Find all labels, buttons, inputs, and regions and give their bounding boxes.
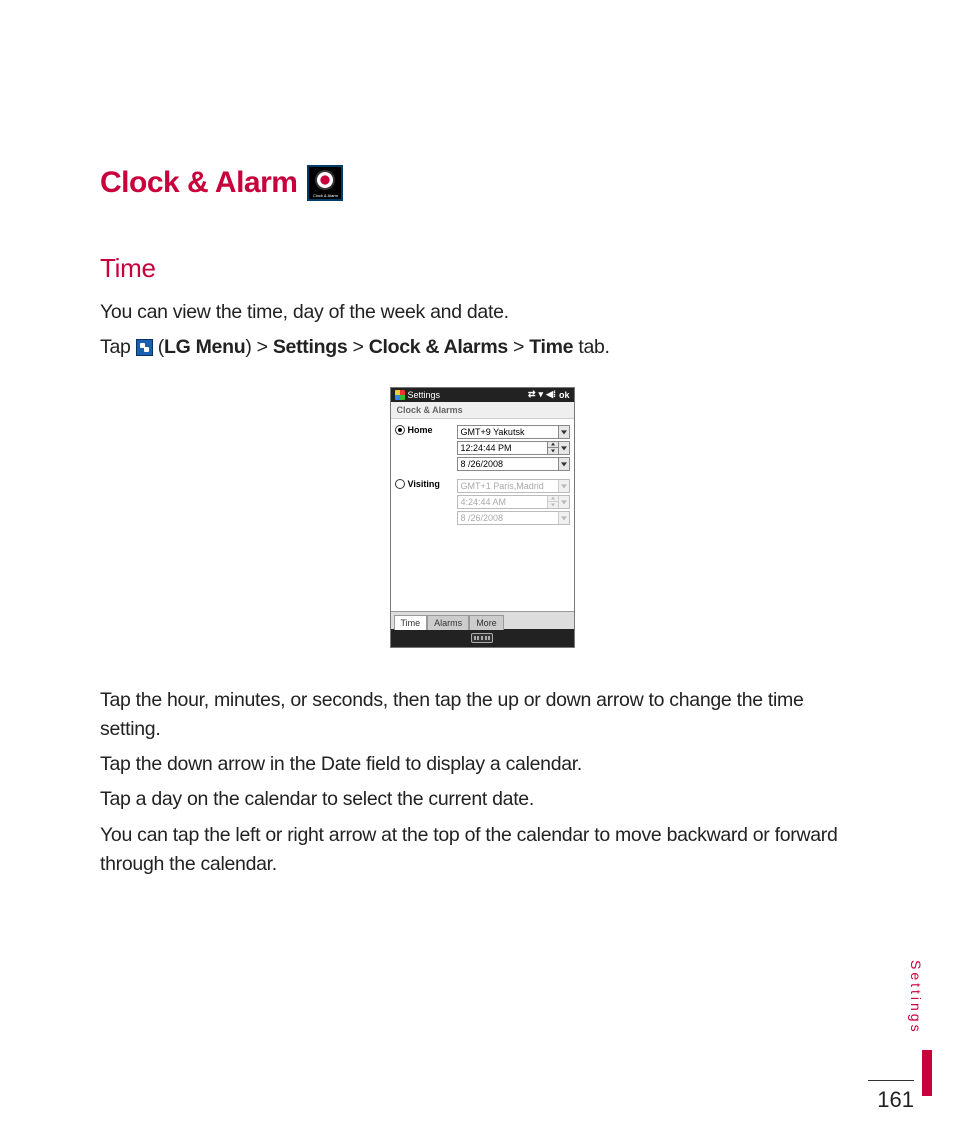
home-row: Home GMT+9 Yakutsk 12:24:44 PM (395, 425, 570, 473)
home-date-field[interactable]: 8 /26/2008 (457, 457, 570, 471)
side-accent-bar (922, 1050, 932, 1096)
down-arrow-icon[interactable] (548, 502, 558, 508)
speaker-icon[interactable]: ◀⁞ (546, 389, 556, 400)
signal-icon[interactable]: ▾ (539, 389, 544, 400)
dropdown-icon[interactable] (558, 426, 569, 438)
tab-more[interactable]: More (469, 615, 504, 630)
home-radio-col: Home (395, 425, 457, 435)
visiting-timezone-field[interactable]: GMT+1 Paris,Madrid (457, 479, 570, 493)
home-radio[interactable] (395, 425, 405, 435)
time-spinner[interactable] (547, 496, 558, 508)
page-heading: Clock & Alarm (100, 166, 297, 200)
visiting-date-field[interactable]: 8 /26/2008 (457, 511, 570, 525)
device-screenshot: Settings ⇄ ▾ ◀⁞ ok Clock & Alarms Home (390, 387, 575, 648)
down-arrow-icon[interactable] (548, 448, 558, 454)
instruction-3: Tap a day on the calendar to select the … (100, 785, 864, 814)
page-number: 161 (868, 1080, 914, 1113)
device-footer (391, 629, 574, 647)
tap-path-text: Tap (LG Menu) > Settings > Clock & Alarm… (100, 333, 864, 362)
keyboard-icon[interactable] (471, 633, 493, 643)
tap-prefix: Tap (100, 336, 136, 358)
dropdown-icon[interactable] (558, 458, 569, 470)
dropdown-icon[interactable] (558, 496, 569, 508)
side-section-label: Settings (908, 960, 924, 1035)
manual-page: Clock & Alarm Clock & Alarm Time You can… (0, 0, 954, 879)
tab-alarms[interactable]: Alarms (427, 615, 469, 630)
home-time-field[interactable]: 12:24:44 PM (457, 441, 570, 455)
titlebar-left: Settings (395, 390, 441, 400)
intro-text: You can view the time, day of the week a… (100, 298, 864, 327)
instruction-1: Tap the hour, minutes, or seconds, then … (100, 686, 864, 745)
visiting-row: Visiting GMT+1 Paris,Madrid 4:24:44 AM (395, 479, 570, 527)
settings-step: Settings (273, 336, 348, 358)
visiting-label: Visiting (408, 479, 440, 489)
visiting-time-field[interactable]: 4:24:44 AM (457, 495, 570, 509)
dropdown-icon[interactable] (558, 442, 569, 454)
clock-alarm-icon: Clock & Alarm (307, 165, 343, 201)
heading-row: Clock & Alarm Clock & Alarm (100, 165, 864, 201)
device-titlebar: Settings ⇄ ▾ ◀⁞ ok (391, 388, 574, 402)
icon-caption: Clock & Alarm (309, 194, 341, 198)
sep1: > (347, 336, 368, 358)
home-timezone-field[interactable]: GMT+9 Yakutsk (457, 425, 570, 439)
visiting-time-value: 4:24:44 AM (458, 496, 547, 508)
clock-alarms-step: Clock & Alarms (369, 336, 508, 358)
lg-menu-label: LG Menu (164, 336, 245, 358)
home-time-value: 12:24:44 PM (458, 442, 547, 454)
windows-logo-icon[interactable] (395, 390, 405, 400)
titlebar-right: ⇄ ▾ ◀⁞ ok (528, 389, 570, 400)
dropdown-icon[interactable] (558, 512, 569, 524)
clock-face-icon (315, 170, 335, 190)
instruction-2: Tap the down arrow in the Date field to … (100, 750, 864, 779)
visiting-date-value: 8 /26/2008 (458, 512, 558, 524)
home-label: Home (408, 425, 433, 435)
device-screenshot-wrap: Settings ⇄ ▾ ◀⁞ ok Clock & Alarms Home (100, 387, 864, 648)
close-paren: ) > (245, 336, 273, 358)
home-timezone-value: GMT+9 Yakutsk (458, 426, 558, 438)
time-spinner[interactable] (547, 442, 558, 454)
visiting-fields: GMT+1 Paris,Madrid 4:24:44 AM 8 /26/2008 (457, 479, 570, 527)
section-title: Time (100, 253, 864, 284)
device-body: Home GMT+9 Yakutsk 12:24:44 PM (391, 419, 574, 611)
titlebar-title: Settings (408, 390, 441, 400)
sep2: > (508, 336, 529, 358)
ok-button[interactable]: ok (559, 390, 570, 400)
home-fields: GMT+9 Yakutsk 12:24:44 PM 8 /26/2008 (457, 425, 570, 473)
tab-suffix: tab. (573, 336, 609, 358)
dropdown-icon[interactable] (558, 480, 569, 492)
time-step: Time (529, 336, 573, 358)
sync-icon[interactable]: ⇄ (528, 389, 536, 400)
visiting-radio-col: Visiting (395, 479, 457, 489)
device-tabs: Time Alarms More (391, 611, 574, 629)
tab-time[interactable]: Time (394, 615, 428, 630)
visiting-radio[interactable] (395, 479, 405, 489)
device-subtitle: Clock & Alarms (391, 402, 574, 419)
visiting-timezone-value: GMT+1 Paris,Madrid (458, 480, 558, 492)
lg-menu-icon (136, 339, 153, 356)
instruction-4: You can tap the left or right arrow at t… (100, 821, 864, 880)
home-date-value: 8 /26/2008 (458, 458, 558, 470)
